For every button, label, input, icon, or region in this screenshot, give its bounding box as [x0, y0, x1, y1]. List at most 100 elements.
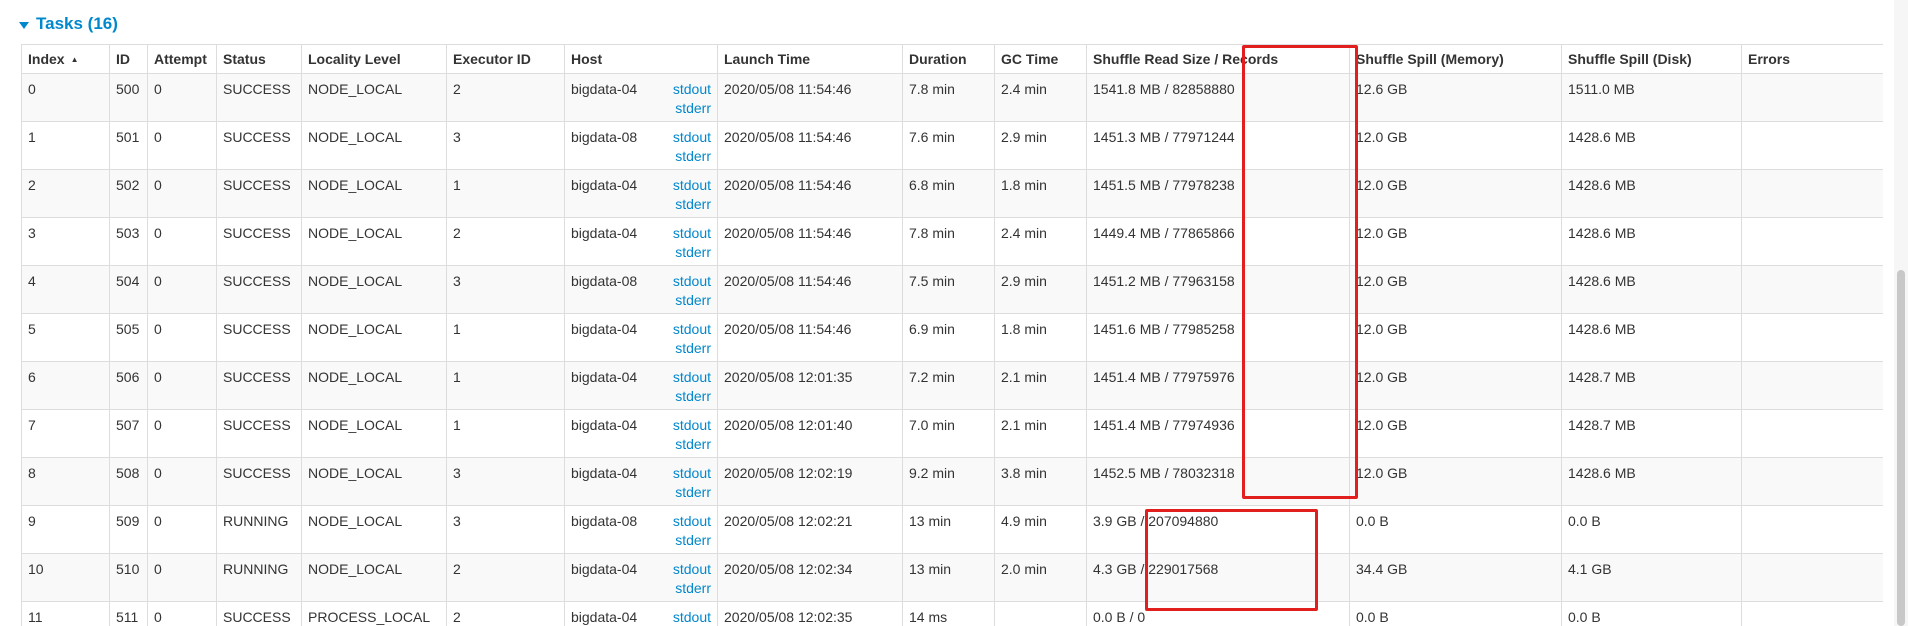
header-gc-time[interactable]: GC Time [994, 44, 1087, 74]
cell-executor: 1 [446, 313, 565, 362]
cell-spill-disk: 1428.6 MB [1561, 457, 1742, 506]
stdout-link[interactable]: stdout [673, 608, 711, 626]
cell-spill-mem: 0.0 B [1349, 601, 1562, 626]
host-name: bigdata-04 [571, 177, 638, 193]
cell-attempt: 0 [147, 553, 217, 602]
cell-spill-mem: 12.0 GB [1349, 265, 1562, 314]
header-spill-disk[interactable]: Shuffle Spill (Disk) [1561, 44, 1742, 74]
stderr-link[interactable]: stderr [673, 195, 711, 214]
stderr-link[interactable]: stderr [673, 387, 711, 406]
tasks-table-container: Index ▲ ID Attempt Status Locality Level … [21, 44, 1883, 626]
cell-status: SUCCESS [216, 169, 302, 218]
table-row: 4 504 0 SUCCESS NODE_LOCAL 3 bigdata-08 stdout s… [21, 265, 1883, 314]
host-name: bigdata-04 [571, 609, 638, 625]
header-shuffle-read[interactable]: Shuffle Read Size / Records [1086, 44, 1350, 74]
header-spill-memory[interactable]: Shuffle Spill (Memory) [1349, 44, 1562, 74]
stdout-link[interactable]: stdout [673, 560, 711, 579]
cell-executor: 2 [446, 217, 565, 266]
cell-locality: PROCESS_LOCAL [301, 601, 447, 626]
cell-spill-disk: 1428.6 MB [1561, 265, 1742, 314]
cell-spill-mem: 12.0 GB [1349, 313, 1562, 362]
cell-errors [1741, 313, 1883, 362]
table-row: 6 506 0 SUCCESS NODE_LOCAL 1 bigdata-04 stdout s… [21, 361, 1883, 410]
cell-launch: 2020/05/08 11:54:46 [717, 121, 903, 170]
header-errors[interactable]: Errors [1741, 44, 1883, 74]
stderr-link[interactable]: stderr [673, 579, 711, 598]
stderr-link[interactable]: stderr [673, 243, 711, 262]
cell-gc: 2.1 min [994, 361, 1087, 410]
stderr-link[interactable]: stderr [673, 147, 711, 166]
stdout-link[interactable]: stdout [673, 176, 711, 195]
cell-shuffle-read: 1451.2 MB / 77963158 [1086, 265, 1350, 314]
stdout-link[interactable]: stdout [673, 416, 711, 435]
cell-shuffle-read: 1452.5 MB / 78032318 [1086, 457, 1350, 506]
stderr-link[interactable]: stderr [673, 435, 711, 454]
cell-shuffle-read: 1451.3 MB / 77971244 [1086, 121, 1350, 170]
stderr-link[interactable]: stderr [673, 483, 711, 502]
host-name: bigdata-08 [571, 129, 638, 145]
scrollbar-thumb[interactable] [1897, 270, 1905, 626]
host-name: bigdata-08 [571, 513, 638, 529]
cell-spill-mem: 12.0 GB [1349, 457, 1562, 506]
cell-spill-mem: 12.0 GB [1349, 217, 1562, 266]
stderr-link[interactable]: stderr [673, 339, 711, 358]
table-header-row: Index ▲ ID Attempt Status Locality Level … [21, 44, 1883, 74]
header-host[interactable]: Host [564, 44, 718, 74]
stdout-link[interactable]: stdout [673, 464, 711, 483]
cell-id: 505 [109, 313, 148, 362]
cell-attempt: 0 [147, 265, 217, 314]
log-links: stdoutstderr [673, 560, 711, 598]
cell-id: 509 [109, 505, 148, 554]
header-executor[interactable]: Executor ID [446, 44, 565, 74]
cell-attempt: 0 [147, 169, 217, 218]
stdout-link[interactable]: stdout [673, 272, 711, 291]
stdout-link[interactable]: stdout [673, 320, 711, 339]
cell-spill-mem: 12.0 GB [1349, 361, 1562, 410]
cell-duration: 6.8 min [902, 169, 995, 218]
cell-duration: 7.8 min [902, 73, 995, 122]
cell-host: bigdata-08 stdout stderr [564, 121, 718, 170]
header-duration[interactable]: Duration [902, 44, 995, 74]
stderr-link[interactable]: stderr [673, 291, 711, 310]
cell-gc: 1.8 min [994, 169, 1087, 218]
cell-gc: 2.1 min [994, 409, 1087, 458]
stderr-link[interactable]: stderr [673, 531, 711, 550]
stdout-link[interactable]: stdout [673, 80, 711, 99]
cell-spill-mem: 12.0 GB [1349, 409, 1562, 458]
cell-index: 8 [21, 457, 110, 506]
cell-gc: 3.8 min [994, 457, 1087, 506]
header-status[interactable]: Status [216, 44, 302, 74]
cell-index: 3 [21, 217, 110, 266]
log-links: stdoutstderr [673, 368, 711, 406]
tasks-section-toggle[interactable]: Tasks (16) [19, 11, 118, 37]
cell-status: SUCCESS [216, 313, 302, 362]
header-locality[interactable]: Locality Level [301, 44, 447, 74]
table-row: 11 511 0 SUCCESS PROCESS_LOCAL 2 bigdata-04 std… [21, 601, 1883, 626]
header-index[interactable]: Index ▲ [21, 44, 110, 74]
cell-attempt: 0 [147, 313, 217, 362]
stdout-link[interactable]: stdout [673, 128, 711, 147]
cell-spill-disk: 0.0 B [1561, 505, 1742, 554]
cell-index: 11 [21, 601, 110, 626]
header-id[interactable]: ID [109, 44, 148, 74]
stdout-link[interactable]: stdout [673, 368, 711, 387]
cell-duration: 7.8 min [902, 217, 995, 266]
stderr-link[interactable]: stderr [673, 99, 711, 118]
caret-down-icon [19, 21, 29, 29]
cell-launch: 2020/05/08 11:54:46 [717, 313, 903, 362]
log-links: stdoutstderr [673, 80, 711, 118]
stdout-link[interactable]: stdout [673, 512, 711, 531]
log-links: stdoutstderr [673, 512, 711, 550]
cell-errors [1741, 457, 1883, 506]
page-scrollbar[interactable] [1894, 0, 1908, 626]
log-links: stdoutstderr [673, 416, 711, 454]
cell-host: bigdata-04 stdoutstderr [564, 217, 718, 266]
stdout-link[interactable]: stdout [673, 224, 711, 243]
header-launch-time[interactable]: Launch Time [717, 44, 903, 74]
cell-index: 5 [21, 313, 110, 362]
header-attempt[interactable]: Attempt [147, 44, 217, 74]
cell-spill-mem: 34.4 GB [1349, 553, 1562, 602]
host-name: bigdata-04 [571, 369, 638, 385]
cell-spill-mem: 12.0 GB [1349, 121, 1562, 170]
cell-status: SUCCESS [216, 265, 302, 314]
